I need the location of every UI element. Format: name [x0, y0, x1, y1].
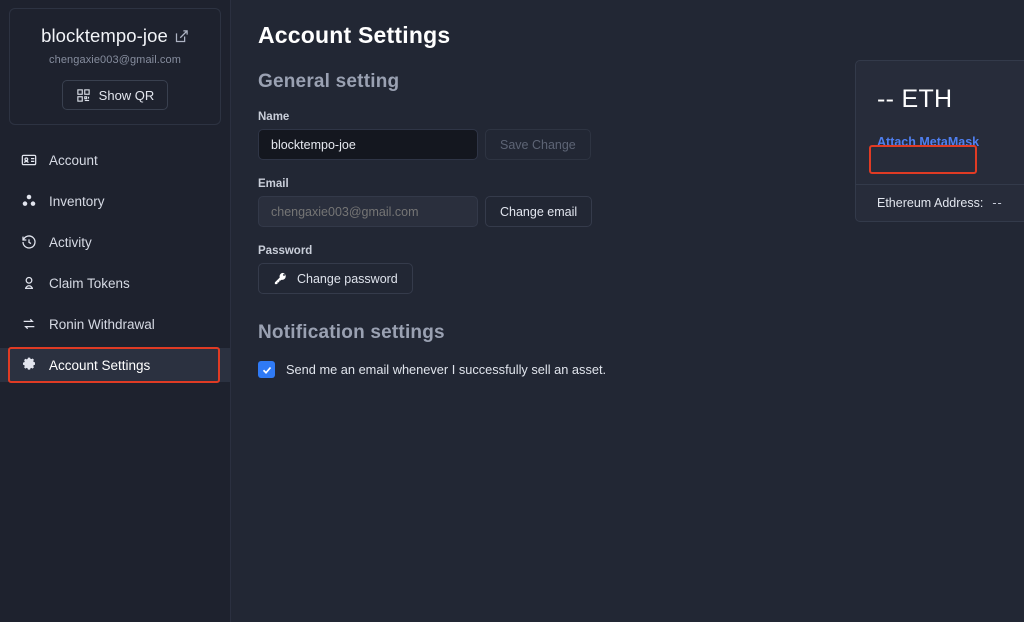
qr-code-icon	[76, 88, 91, 103]
attach-metamask-link[interactable]: Attach MetaMask	[877, 135, 979, 149]
page-title: Account Settings	[258, 22, 451, 48]
sidebar: blocktempo-joe chengaxie003@gmail.com Sh…	[0, 0, 231, 622]
eth-address-row: Ethereum Address: --	[856, 184, 1024, 221]
notification-label: Send me an email whenever I successfully…	[286, 362, 607, 377]
show-qr-button[interactable]: Show QR	[62, 80, 168, 110]
gear-icon	[21, 357, 37, 373]
swap-arrows-icon	[21, 316, 37, 332]
key-icon	[273, 271, 288, 286]
sidebar-item-label: Account Settings	[49, 357, 151, 373]
profile-card: blocktempo-joe chengaxie003@gmail.com Sh…	[9, 8, 221, 125]
profile-email: chengaxie003@gmail.com	[49, 54, 181, 66]
sidebar-item-label: Activity	[49, 234, 92, 250]
eth-card-body: -- ETH Attach MetaMask	[856, 61, 1024, 185]
sidebar-item-ronin-withdrawal[interactable]: Ronin Withdrawal	[0, 307, 230, 341]
name-input[interactable]	[258, 129, 478, 160]
change-password-button[interactable]: Change password	[258, 263, 413, 294]
notification-section-title: Notification settings	[258, 322, 445, 343]
sidebar-item-claim-tokens[interactable]: Claim Tokens	[0, 266, 230, 300]
sidebar-nav: Account Inventory Activity Claim Tokens …	[0, 143, 230, 382]
token-badge-icon	[21, 275, 37, 291]
sell-asset-email-checkbox[interactable]	[258, 361, 275, 378]
password-field-group: Password Change password	[258, 245, 1024, 294]
edit-square-icon[interactable]	[174, 29, 189, 44]
sidebar-item-label: Claim Tokens	[49, 275, 130, 291]
sidebar-item-label: Ronin Withdrawal	[49, 316, 155, 332]
profile-username: blocktempo-joe	[41, 25, 168, 46]
sidebar-item-inventory[interactable]: Inventory	[0, 184, 230, 218]
eth-address-label: Ethereum Address:	[877, 196, 984, 210]
email-input	[258, 196, 478, 227]
change-password-label: Change password	[297, 271, 398, 286]
sidebar-item-account[interactable]: Account	[0, 143, 230, 177]
save-change-button[interactable]: Save Change	[485, 129, 591, 160]
sidebar-item-label: Inventory	[49, 193, 105, 209]
profile-name-row: blocktempo-joe	[20, 25, 210, 47]
main-content: Account Settings General setting Name Sa…	[231, 0, 1024, 622]
history-clock-icon	[21, 234, 37, 250]
password-label: Password	[258, 245, 313, 257]
sidebar-item-account-settings[interactable]: Account Settings	[0, 348, 230, 382]
show-qr-label: Show QR	[98, 87, 155, 103]
notification-row: Send me an email whenever I successfully…	[258, 361, 1024, 378]
change-email-button[interactable]: Change email	[485, 196, 593, 227]
cubes-icon	[21, 193, 37, 209]
id-card-icon	[21, 152, 37, 168]
eth-wallet-card: -- ETH Attach MetaMask Ethereum Address:…	[855, 60, 1024, 222]
account-settings-page: blocktempo-joe chengaxie003@gmail.com Sh…	[0, 0, 1024, 622]
sidebar-item-label: Account	[49, 152, 98, 168]
eth-address-value: --	[992, 196, 1003, 210]
sidebar-item-activity[interactable]: Activity	[0, 225, 230, 259]
check-icon	[262, 366, 271, 374]
eth-balance: -- ETH	[877, 85, 953, 113]
